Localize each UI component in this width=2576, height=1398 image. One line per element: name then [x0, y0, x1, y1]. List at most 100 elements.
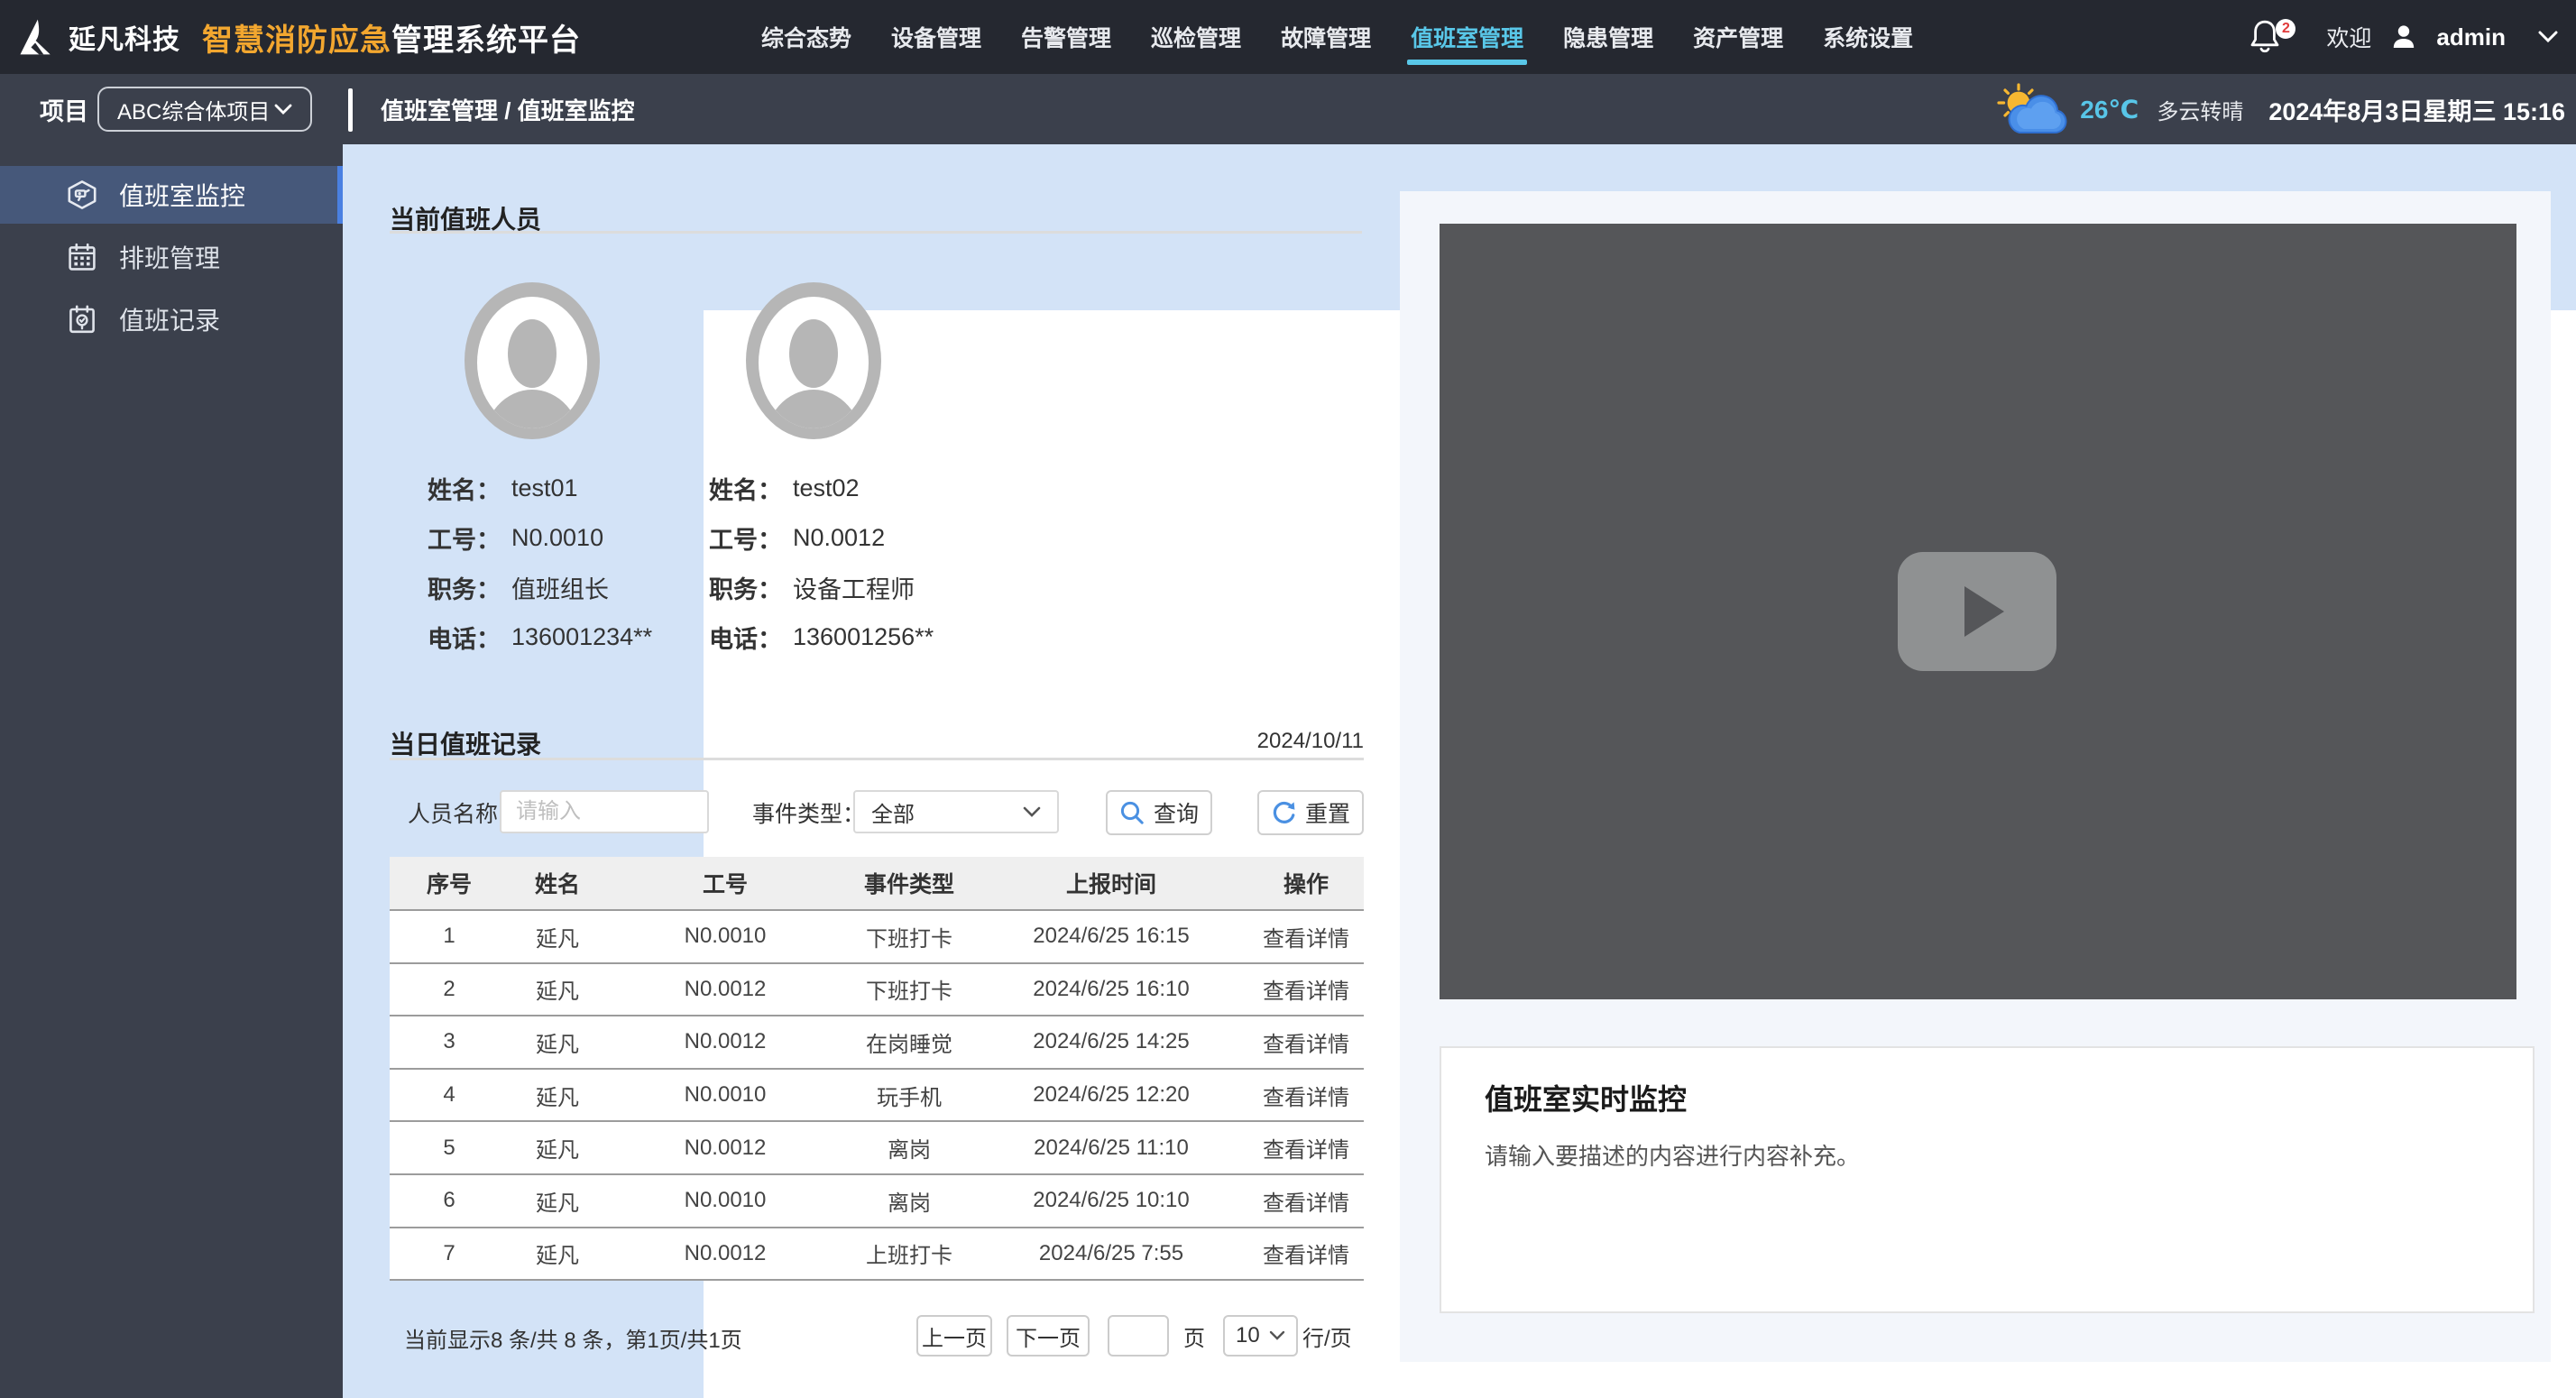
person-2-role: 设备工程师 [793, 570, 915, 605]
nav-item-alarms[interactable]: 告警管理 [1021, 0, 1111, 74]
play-icon [1964, 586, 2004, 637]
person-2-phone: 136001256** [793, 623, 934, 651]
col-header-id: 工号 [606, 867, 844, 899]
nav-item-settings[interactable]: 系统设置 [1823, 0, 1913, 74]
sidebar-item-label: 值班室监控 [119, 177, 245, 213]
cell-event: 下班打卡 [844, 921, 974, 952]
project-chevron-down-icon [274, 104, 292, 115]
system-title-rest: 管理系统平台 [391, 15, 581, 60]
event-type-select-value: 全部 [871, 796, 1023, 828]
person-name-input[interactable] [500, 790, 709, 833]
nav-item-faults[interactable]: 故障管理 [1281, 0, 1371, 74]
system-title-highlight: 智慧消防应急 [202, 15, 391, 60]
page-size-chevron-down-icon [1269, 1330, 1285, 1341]
view-details-link[interactable]: 查看详情 [1248, 1026, 1364, 1058]
breadcrumb: 值班室管理 / 值班室监控 [381, 74, 635, 144]
sidebar-menu: 值班室监控 排班管理 [0, 144, 343, 348]
duty-record-icon [67, 304, 97, 335]
pagination-summary: 当前显示8 条/共 8 条，第1页/共1页 [404, 1322, 742, 1354]
cell-name: 延凡 [509, 1185, 606, 1217]
records-section-divider [390, 758, 1364, 760]
person-2-name: test02 [793, 474, 860, 502]
search-button[interactable]: 查询 [1106, 790, 1212, 835]
video-player[interactable] [1440, 224, 2516, 999]
cell-id: N0.0012 [606, 1136, 844, 1161]
sidebar-item-duty-monitor[interactable]: 值班室监控 [0, 166, 343, 224]
page-suffix-label: 页 [1183, 1315, 1205, 1357]
cell-no: 2 [390, 977, 509, 1002]
person-1-role: 值班组长 [511, 570, 609, 605]
cell-no: 5 [390, 1136, 509, 1161]
page-jump-input[interactable] [1108, 1315, 1169, 1357]
cell-name: 延凡 [509, 921, 606, 952]
table-row: 1 延凡 N0.0010 下班打卡 2024/6/25 16:15 查看详情 [390, 911, 1364, 964]
cell-id: N0.0012 [606, 977, 844, 1002]
project-select-value: ABC综合体项目 [117, 94, 274, 125]
project-label: 项目 [40, 74, 88, 144]
shift-calendar-icon [67, 242, 97, 272]
cell-time: 2024/6/25 14:25 [974, 1029, 1248, 1054]
person-2-info: 姓名：test02 工号：N0.0012 职务：设备工程师 电话：1360012… [709, 464, 998, 662]
notification-button[interactable]: 2 [2247, 17, 2286, 57]
weather-temperature: 26℃ [2080, 95, 2139, 124]
staff-section-divider [390, 231, 1362, 234]
prev-page-button[interactable]: 上一页 [916, 1315, 992, 1357]
role-label: 职务： [709, 570, 782, 605]
cell-event: 离岗 [844, 1132, 974, 1163]
table-row: 7 延凡 N0.0012 上班打卡 2024/6/25 7:55 查看详情 [390, 1228, 1364, 1282]
col-header-event: 事件类型 [844, 867, 974, 899]
table-row: 4 延凡 N0.0010 玩手机 2024/6/25 12:20 查看详情 [390, 1070, 1364, 1123]
view-details-link[interactable]: 查看详情 [1248, 1132, 1364, 1163]
view-details-link[interactable]: 查看详情 [1248, 921, 1364, 952]
project-bar: 项目 ABC综合体项目 值班室管理 / 值班室监控 26℃ 多云转晴 2 [0, 74, 2576, 144]
event-type-chevron-down-icon [1023, 806, 1041, 817]
nav-item-devices[interactable]: 设备管理 [891, 0, 981, 74]
nav-item-assets[interactable]: 资产管理 [1693, 0, 1783, 74]
view-details-link[interactable]: 查看详情 [1248, 1080, 1364, 1111]
sidebar-item-shift-management[interactable]: 排班管理 [0, 228, 343, 286]
nav-item-inspection[interactable]: 巡检管理 [1151, 0, 1241, 74]
table-header-row: 序号 姓名 工号 事件类型 上报时间 操作 [390, 857, 1364, 911]
cell-no: 7 [390, 1241, 509, 1266]
sidebar-item-label: 值班记录 [119, 301, 220, 337]
cell-no: 6 [390, 1188, 509, 1213]
sidebar-item-duty-records[interactable]: 值班记录 [0, 290, 343, 348]
col-header-time: 上报时间 [974, 867, 1248, 899]
company-name: 延凡科技 [69, 17, 180, 57]
nav-item-duty-room-label: 值班室管理 [1411, 21, 1523, 53]
username-text[interactable]: admin [2436, 23, 2506, 51]
cell-id: N0.0010 [606, 1082, 844, 1108]
cell-id: N0.0010 [606, 1188, 844, 1213]
cell-id: N0.0010 [606, 924, 844, 949]
page-size-select[interactable]: 10 [1223, 1315, 1298, 1357]
top-navbar: 延凡科技 智慧消防应急 管理系统平台 综合态势 设备管理 告警管理 巡检管理 故… [0, 0, 2576, 74]
cell-no: 4 [390, 1082, 509, 1108]
cell-id: N0.0012 [606, 1029, 844, 1054]
view-details-link[interactable]: 查看详情 [1248, 1185, 1364, 1217]
nav-item-duty-room[interactable]: 值班室管理 [1411, 0, 1523, 74]
view-details-link[interactable]: 查看详情 [1248, 973, 1364, 1005]
monitor-card-title: 值班室实时监控 [1485, 1077, 1687, 1118]
event-type-select[interactable]: 全部 [853, 790, 1059, 833]
weather-sun-cloud-icon [1993, 82, 2069, 136]
reset-button[interactable]: 重置 [1257, 790, 1364, 835]
nav-item-hazards[interactable]: 隐患管理 [1563, 0, 1653, 74]
cell-name: 延凡 [509, 973, 606, 1005]
records-date: 2024/10/11 [390, 729, 1364, 754]
table-row: 3 延凡 N0.0012 在岗睡觉 2024/6/25 14:25 查看详情 [390, 1016, 1364, 1070]
nav-item-situation[interactable]: 综合态势 [761, 0, 851, 74]
next-page-button[interactable]: 下一页 [1007, 1315, 1090, 1357]
view-details-link[interactable]: 查看详情 [1248, 1237, 1364, 1269]
cell-event: 离岗 [844, 1185, 974, 1217]
monitor-card-description: 请输入要描述的内容进行内容补充。 [1485, 1138, 1860, 1172]
cell-no: 3 [390, 1029, 509, 1054]
sidebar-active-accent [337, 166, 343, 224]
table-row: 6 延凡 N0.0010 离岗 2024/6/25 10:10 查看详情 [390, 1175, 1364, 1228]
person-1-id: N0.0010 [511, 524, 603, 552]
project-select[interactable]: ABC综合体项目 [97, 87, 312, 132]
notification-badge: 2 [2276, 19, 2295, 39]
play-button[interactable] [1898, 552, 2056, 671]
role-label: 职务： [428, 570, 501, 605]
person-1-phone: 136001234** [511, 623, 652, 651]
user-menu-chevron-down-icon[interactable] [2538, 31, 2558, 43]
